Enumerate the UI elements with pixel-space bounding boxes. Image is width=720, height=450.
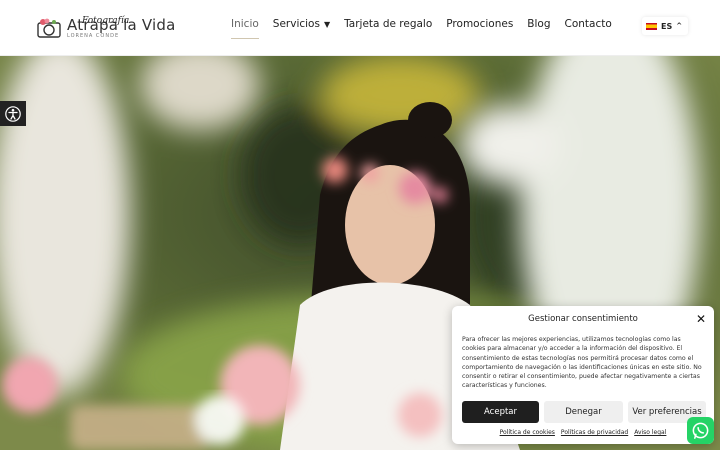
main-nav: Inicio Servicios ▼ Tarjeta de regalo Prom… — [231, 18, 612, 39]
cookie-consent-dialog: Gestionar consentimiento ✕ Para ofrecer … — [452, 306, 714, 444]
spain-flag-icon — [646, 22, 657, 30]
consent-title: Gestionar consentimiento — [528, 314, 638, 324]
nav-item-blog[interactable]: Blog — [527, 18, 550, 30]
brand-script: Fotografía — [82, 16, 130, 26]
nav-item-label: Servicios — [272, 18, 320, 30]
close-icon[interactable]: ✕ — [696, 312, 706, 326]
privacy-policy-link[interactable]: Políticas de privacidad — [561, 429, 628, 436]
nav-item-contacto[interactable]: Contacto — [565, 18, 612, 30]
caret-down-icon: ▼ — [323, 20, 331, 29]
nav-item-servicios[interactable]: Servicios ▼ — [273, 18, 330, 30]
accessibility-icon — [5, 105, 21, 122]
whatsapp-button[interactable] — [687, 417, 714, 444]
legal-notice-link[interactable]: Aviso legal — [634, 429, 666, 436]
chevron-up-icon: ^ — [676, 22, 683, 30]
language-code: ES — [661, 21, 673, 31]
camera-flower-logo-icon — [37, 18, 61, 38]
deny-button[interactable]: Denegar — [544, 401, 623, 423]
language-switcher[interactable]: ES ^ — [642, 17, 688, 35]
nav-item-inicio[interactable]: Inicio — [231, 18, 259, 39]
nav-item-promociones[interactable]: Promociones — [446, 18, 513, 30]
brand-subtitle: LORENA CONDE — [67, 32, 120, 39]
accept-button[interactable]: Aceptar — [462, 401, 539, 423]
site-header: Atrapa la Vida LORENA CONDE Fotografía I… — [0, 0, 720, 56]
consent-text: Para ofrecer las mejores experiencias, u… — [462, 336, 702, 390]
nav-item-tarjeta-regalo[interactable]: Tarjeta de regalo — [344, 18, 432, 30]
accessibility-button[interactable] — [0, 101, 26, 126]
consent-links: Política de cookies Políticas de privaci… — [452, 429, 714, 436]
cookie-policy-link[interactable]: Política de cookies — [500, 429, 555, 436]
whatsapp-icon — [692, 422, 709, 439]
